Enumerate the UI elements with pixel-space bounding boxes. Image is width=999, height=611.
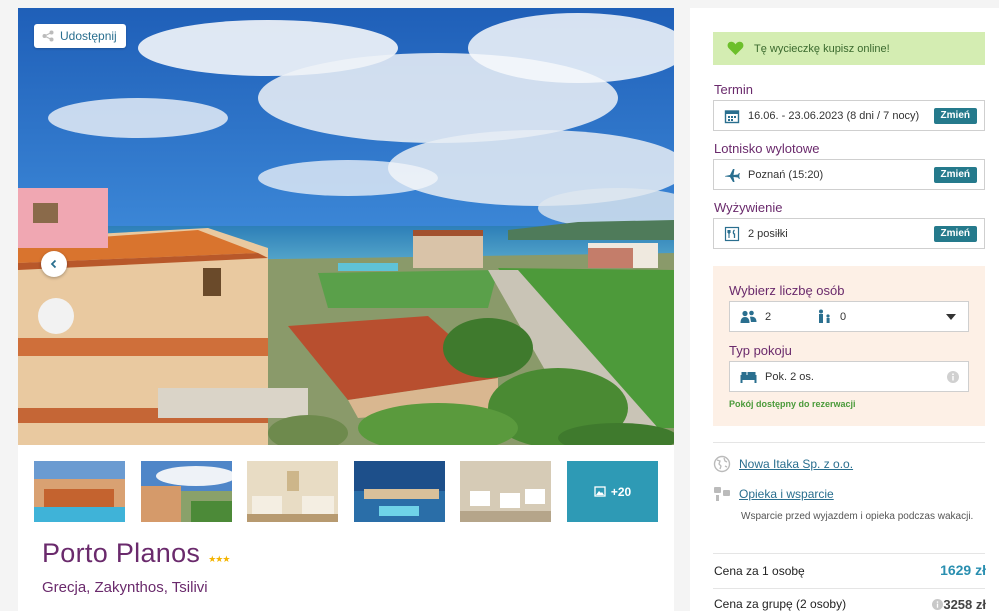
heart-icon bbox=[727, 41, 744, 55]
divider bbox=[713, 442, 985, 443]
price-per-person-value: 1629 zł bbox=[940, 562, 986, 578]
hotel-title-row: Porto Planos ★★★ bbox=[42, 538, 230, 569]
gallery-icon bbox=[594, 486, 606, 497]
info-icon[interactable] bbox=[947, 371, 959, 383]
support-description: Wsparcie przed wyjazdem i opieka podczas… bbox=[741, 511, 974, 522]
info-icon[interactable] bbox=[932, 599, 944, 610]
thumbnail-5[interactable] bbox=[460, 461, 551, 522]
board-change-button[interactable]: Zmień bbox=[933, 226, 977, 242]
board-label: Wyżywienie bbox=[714, 200, 783, 215]
organizer-row: Nowa Itaka Sp. z o.o. bbox=[713, 455, 853, 473]
share-button[interactable]: Udostępnij bbox=[34, 24, 126, 48]
price-group-value: 3258 zł bbox=[943, 597, 986, 611]
booking-panel: Tę wycieczkę kupisz online! Termin 16.06… bbox=[690, 8, 999, 611]
price-group-value-wrap: 3258 zł bbox=[932, 597, 986, 611]
organizer-link[interactable]: Nowa Itaka Sp. z o.o. bbox=[739, 457, 853, 471]
share-label: Udostępnij bbox=[60, 29, 117, 43]
children-count: 0 bbox=[840, 310, 847, 323]
divider bbox=[713, 553, 985, 554]
page: Udostępnij +20 Porto Planos ★★★ Grecja, … bbox=[0, 0, 999, 611]
thumbnail-4[interactable] bbox=[354, 461, 445, 522]
price-per-person-row: Cena za 1 osobę 1629 zł bbox=[714, 562, 986, 578]
support-icon bbox=[714, 487, 730, 501]
gallery-prev-button[interactable] bbox=[41, 251, 67, 277]
adults-count: 2 bbox=[765, 310, 772, 323]
plane-icon bbox=[725, 168, 740, 182]
term-change-button[interactable]: Zmień bbox=[933, 108, 977, 124]
thumbnail-more[interactable]: +20 bbox=[567, 461, 658, 522]
term-label: Termin bbox=[714, 82, 754, 97]
room-label: Typ pokoju bbox=[729, 343, 792, 358]
airport-field[interactable]: Poznań (15:20) Zmień bbox=[713, 159, 985, 190]
room-availability: Pokój dostępny do rezerwacji bbox=[729, 399, 856, 409]
offer-gallery-column: Udostępnij +20 Porto Planos ★★★ Grecja, … bbox=[0, 0, 690, 611]
price-group-label: Cena za grupę (2 osoby) bbox=[714, 597, 847, 611]
room-select[interactable]: Pok. 2 os. bbox=[729, 361, 969, 392]
support-link[interactable]: Opieka i wsparcie bbox=[739, 487, 834, 501]
divider bbox=[713, 588, 985, 589]
price-group-row: Cena za grupę (2 osoby) 3258 zł bbox=[714, 597, 986, 611]
airport-label: Lotnisko wylotowe bbox=[714, 141, 820, 156]
share-icon bbox=[42, 30, 54, 42]
support-row: Opieka i wsparcie bbox=[713, 485, 834, 503]
board-value: 2 posiłki bbox=[748, 227, 788, 240]
hotel-stars: ★★★ bbox=[208, 554, 230, 564]
term-value: 16.06. - 23.06.2023 (8 dni / 7 nocy) bbox=[748, 109, 920, 122]
room-value: Pok. 2 os. bbox=[765, 370, 814, 383]
more-photos-label: +20 bbox=[610, 484, 632, 499]
hotel-name: Porto Planos bbox=[42, 538, 201, 568]
hotel-location: Grecja, Zakynthos, Tsilivi bbox=[42, 579, 208, 596]
persons-label: Wybierz liczbę osób bbox=[729, 283, 845, 298]
calendar-icon bbox=[724, 109, 740, 123]
bed-icon bbox=[740, 371, 757, 383]
online-purchase-text: Tę wycieczkę kupisz online! bbox=[754, 42, 890, 55]
airport-value: Poznań (15:20) bbox=[748, 168, 824, 181]
term-field[interactable]: 16.06. - 23.06.2023 (8 dni / 7 nocy) Zmi… bbox=[713, 100, 985, 131]
cutlery-icon bbox=[724, 226, 740, 241]
persons-select[interactable]: 2 0 bbox=[729, 301, 969, 332]
offer-card: Udostępnij +20 Porto Planos ★★★ Grecja, … bbox=[18, 8, 674, 611]
persons-room-box: Wybierz liczbę osób 2 0 Typ pokoju Pok. … bbox=[713, 266, 985, 426]
globe-icon bbox=[713, 455, 731, 473]
airport-change-button[interactable]: Zmień bbox=[933, 167, 977, 183]
hero-image[interactable] bbox=[18, 8, 674, 445]
chevron-left-icon bbox=[50, 259, 57, 269]
adults-icon bbox=[740, 310, 757, 323]
thumbnail-2[interactable] bbox=[141, 461, 232, 522]
gallery-thumbnails: +20 bbox=[34, 461, 660, 523]
price-per-person-label: Cena za 1 osobę bbox=[714, 564, 805, 578]
online-purchase-banner: Tę wycieczkę kupisz online! bbox=[713, 32, 985, 65]
chevron-down-icon[interactable] bbox=[946, 314, 956, 320]
board-field[interactable]: 2 posiłki Zmień bbox=[713, 218, 985, 249]
thumbnail-3[interactable] bbox=[247, 461, 338, 522]
child-icon bbox=[819, 309, 830, 323]
thumbnail-1[interactable] bbox=[34, 461, 125, 522]
